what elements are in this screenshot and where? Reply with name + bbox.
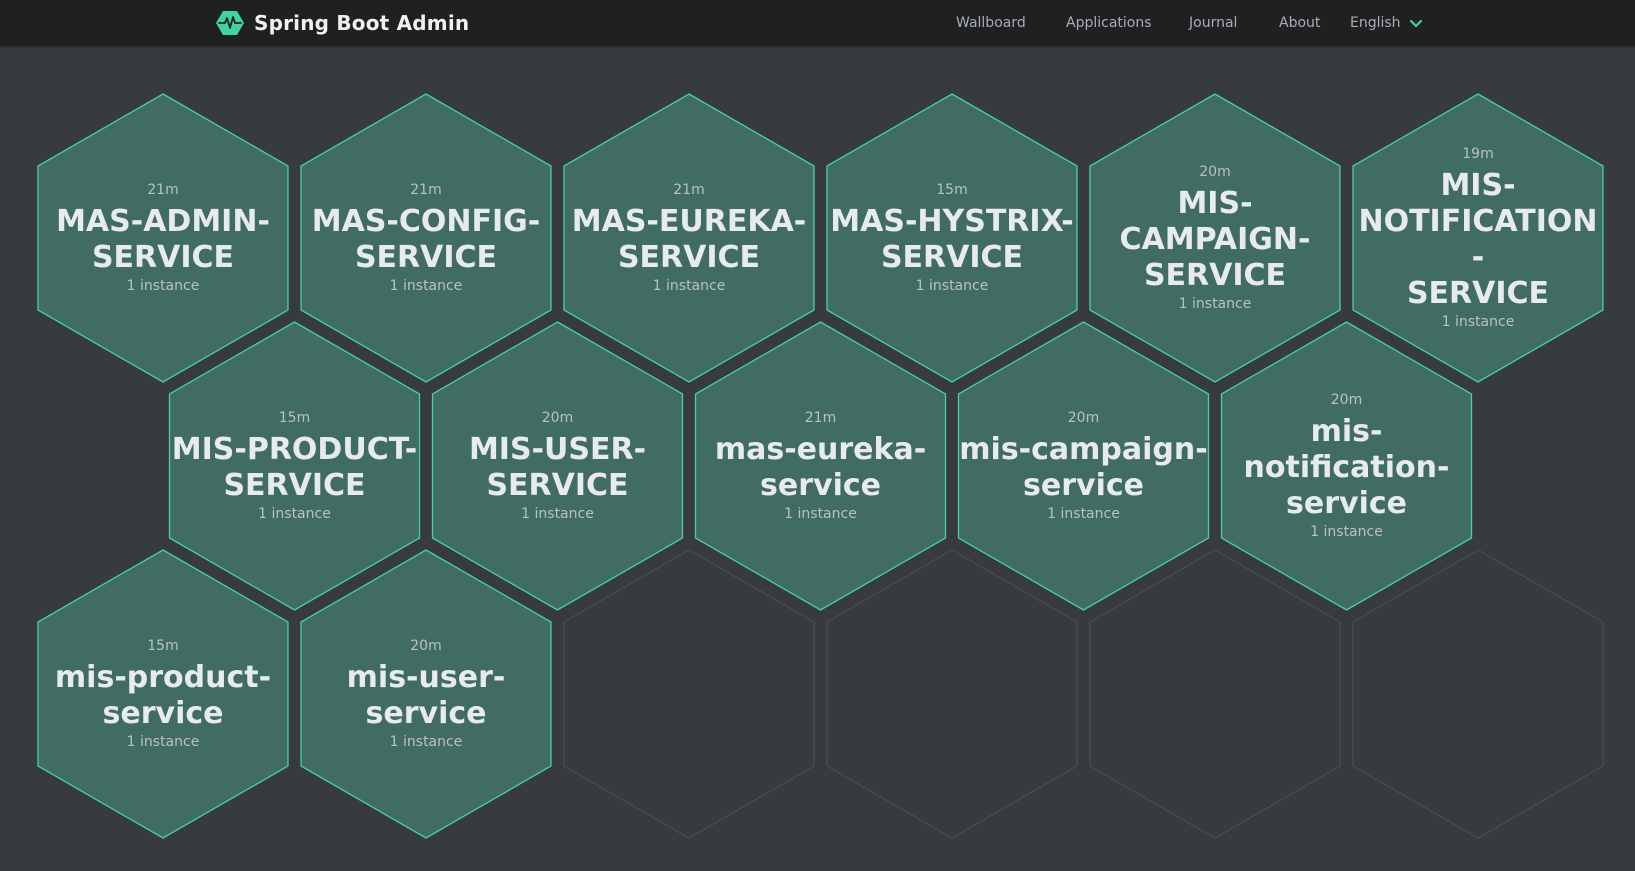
- application-hexagon[interactable]: [431, 321, 684, 611]
- language-label: English: [1350, 15, 1401, 31]
- empty-hexagon: [826, 549, 1078, 839]
- application-hexagon[interactable]: [1089, 93, 1341, 383]
- application-hexagon[interactable]: [957, 321, 1210, 611]
- application-hexagon[interactable]: [300, 549, 552, 839]
- application-hexagon[interactable]: [563, 93, 815, 383]
- empty-hexagon: [1089, 549, 1341, 839]
- nav-journal[interactable]: Journal: [1189, 0, 1237, 46]
- language-dropdown[interactable]: English: [1350, 0, 1423, 46]
- application-hexagon[interactable]: [1220, 321, 1473, 611]
- application-hexagon[interactable]: [1352, 93, 1604, 383]
- nav-about[interactable]: About: [1279, 0, 1320, 46]
- application-hexagon[interactable]: [826, 93, 1078, 383]
- nav-wallboard[interactable]: Wallboard: [956, 0, 1026, 46]
- top-navbar: Spring Boot Admin Wallboard Applications…: [0, 0, 1635, 46]
- empty-hexagon: [1352, 549, 1604, 839]
- wallboard: 21m MAS-ADMIN- SERVICE 1 instance 21m MAS-CON…: [0, 46, 1635, 871]
- nav-applications[interactable]: Applications: [1066, 0, 1152, 46]
- application-hexagon[interactable]: [37, 549, 289, 839]
- application-hexagon[interactable]: [694, 321, 947, 611]
- application-hexagon[interactable]: [168, 321, 421, 611]
- application-hexagon[interactable]: [300, 93, 552, 383]
- empty-hexagon: [563, 549, 815, 839]
- application-hexagon[interactable]: [37, 93, 289, 383]
- hex-grid: [37, 93, 1604, 839]
- chevron-down-icon: [1409, 19, 1422, 28]
- nav-menu: Wallboard Applications Journal About Eng…: [0, 0, 1635, 46]
